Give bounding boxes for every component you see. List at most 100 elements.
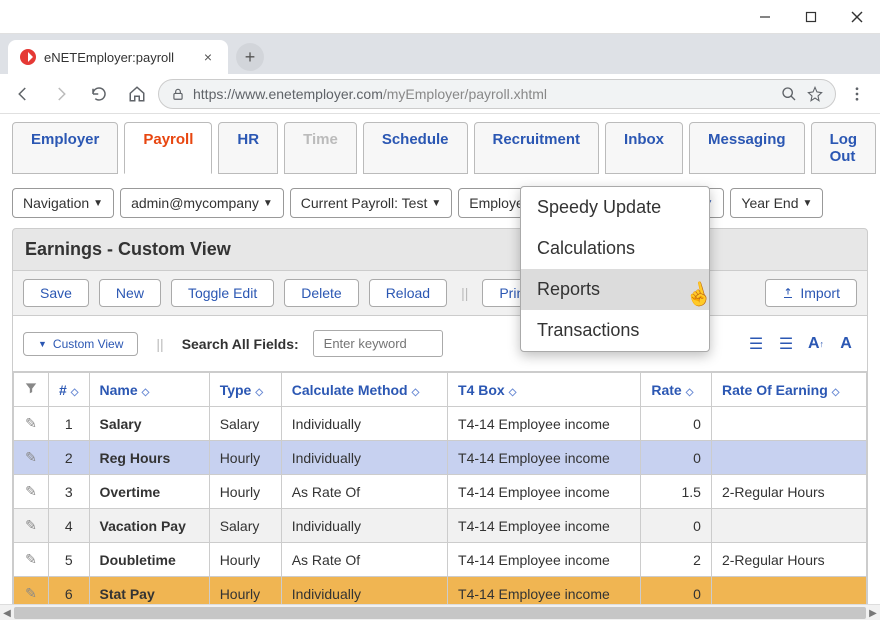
row-edit-button[interactable]: ✎ [14, 509, 49, 543]
browser-menu-button[interactable] [840, 77, 874, 111]
nav-tab-schedule[interactable]: Schedule [363, 122, 468, 174]
star-icon[interactable] [807, 86, 823, 102]
rate-of-earning-cell: 2-Regular Hours [711, 475, 866, 509]
nav-tab-log-out[interactable]: Log Out [811, 122, 877, 174]
earnings-table: #◇Name◇Type◇Calculate Method◇T4 Box◇Rate… [12, 372, 868, 612]
new-tab-button[interactable]: + [236, 43, 264, 71]
columns-left-icon[interactable]: ☰ [745, 333, 767, 355]
column-header-rate[interactable]: Rate◇ [641, 373, 712, 407]
nav-tab-recruitment[interactable]: Recruitment [474, 122, 600, 174]
row-edit-button[interactable]: ✎ [14, 407, 49, 441]
row-edit-button[interactable]: ✎ [14, 475, 49, 509]
sort-icon: ◇ [142, 387, 150, 398]
rate-cell: 0 [641, 441, 712, 475]
favicon-icon [20, 49, 36, 65]
reload-data-button[interactable]: Reload [369, 279, 447, 307]
home-button[interactable] [120, 77, 154, 111]
nav-tab-payroll[interactable]: Payroll [124, 122, 212, 174]
column-header-name[interactable]: Name◇ [89, 373, 209, 407]
search-input[interactable] [313, 330, 443, 357]
type-cell: Hourly [209, 543, 281, 577]
tab-close-button[interactable]: × [200, 49, 216, 65]
name-cell: Doubletime [89, 543, 209, 577]
sort-icon: ◇ [71, 387, 79, 398]
sort-icon: ◇ [509, 387, 517, 398]
section-title: Earnings - Custom View [25, 239, 855, 260]
t4-box-cell: T4-14 Employee income [448, 509, 641, 543]
column-header--[interactable]: #◇ [49, 373, 90, 407]
user-dropdown[interactable]: admin@mycompany▼ [120, 188, 284, 218]
import-button[interactable]: Import [765, 279, 857, 307]
main-nav-tabs: EmployerPayrollHRTimeScheduleRecruitment… [12, 122, 868, 174]
name-cell: Salary [89, 407, 209, 441]
lock-icon [171, 87, 185, 101]
table-row[interactable]: ✎3OvertimeHourlyAs Rate OfT4-14 Employee… [14, 475, 867, 509]
sort-icon: ◇ [832, 387, 840, 398]
nav-tab-employer[interactable]: Employer [12, 122, 118, 174]
navigation-dropdown[interactable]: Navigation▼ [12, 188, 114, 218]
new-button[interactable]: New [99, 279, 161, 307]
browser-tab-active[interactable]: eNETEmployer:payroll × [8, 40, 228, 74]
menu-item-transactions[interactable]: Transactions [521, 310, 709, 351]
custom-view-dropdown[interactable]: ▼Custom View [23, 332, 138, 356]
window-titlebar [0, 0, 880, 34]
rate-cell: 2 [641, 543, 712, 577]
caret-down-icon: ▼ [803, 198, 813, 209]
menu-item-reports[interactable]: Reports [521, 269, 709, 310]
window-maximize-button[interactable] [788, 1, 834, 33]
calc-method-cell: Individually [281, 407, 447, 441]
table-row[interactable]: ✎1SalarySalaryIndividuallyT4-14 Employee… [14, 407, 867, 441]
caret-down-icon: ▼ [431, 198, 441, 209]
menu-item-speedy-update[interactable]: Speedy Update [521, 187, 709, 228]
rate-cell: 0 [641, 407, 712, 441]
rate-of-earning-cell [711, 441, 866, 475]
nav-tab-messaging[interactable]: Messaging [689, 122, 805, 174]
type-cell: Hourly [209, 441, 281, 475]
reload-button[interactable] [82, 77, 116, 111]
menu-item-calculations[interactable]: Calculations [521, 228, 709, 269]
filter-column-header[interactable] [14, 373, 49, 407]
table-body: ✎1SalarySalaryIndividuallyT4-14 Employee… [14, 407, 867, 611]
column-header-calculate-method[interactable]: Calculate Method◇ [281, 373, 447, 407]
address-bar[interactable]: https://www.enetemployer.com/myEmployer/… [158, 79, 836, 109]
year-end-dropdown[interactable]: Year End▼ [730, 188, 823, 218]
row-edit-button[interactable]: ✎ [14, 543, 49, 577]
nav-tab-hr[interactable]: HR [218, 122, 278, 174]
forward-button [44, 77, 78, 111]
current-payroll-dropdown[interactable]: Current Payroll: Test▼ [290, 188, 452, 218]
upload-icon [782, 287, 794, 299]
t4-box-cell: T4-14 Employee income [448, 475, 641, 509]
table-row[interactable]: ✎4Vacation PaySalaryIndividuallyT4-14 Em… [14, 509, 867, 543]
font-decrease-icon[interactable]: A [835, 333, 857, 355]
save-button[interactable]: Save [23, 279, 89, 307]
column-header-t4-box[interactable]: T4 Box◇ [448, 373, 641, 407]
column-header-rate-of-earning[interactable]: Rate Of Earning◇ [711, 373, 866, 407]
rate-of-earning-cell [711, 509, 866, 543]
scroll-left-arrow[interactable]: ◀ [0, 605, 14, 620]
scroll-right-arrow[interactable]: ▶ [866, 605, 880, 620]
scrollbar-thumb[interactable] [14, 607, 866, 619]
font-increase-icon[interactable]: A↑ [805, 333, 827, 355]
window-minimize-button[interactable] [742, 1, 788, 33]
column-tools: ☰ ☰ A↑ A [745, 333, 857, 355]
horizontal-scrollbar[interactable]: ◀ ▶ [0, 604, 880, 620]
back-button[interactable] [6, 77, 40, 111]
action-toolbar: Save New Toggle Edit Delete Reload || Pr… [12, 271, 868, 316]
rate-of-earning-cell [711, 407, 866, 441]
row-edit-button[interactable]: ✎ [14, 441, 49, 475]
window-close-button[interactable] [834, 1, 880, 33]
url-host: https://www.enetemployer.com [193, 86, 383, 102]
nav-tab-inbox[interactable]: Inbox [605, 122, 683, 174]
table-row[interactable]: ✎5DoubletimeHourlyAs Rate OfT4-14 Employ… [14, 543, 867, 577]
sort-icon: ◇ [412, 387, 420, 398]
table-row[interactable]: ✎2Reg HoursHourlyIndividuallyT4-14 Emplo… [14, 441, 867, 475]
columns-right-icon[interactable]: ☰ [775, 333, 797, 355]
search-label: Search All Fields: [182, 336, 299, 352]
toggle-edit-button[interactable]: Toggle Edit [171, 279, 274, 307]
column-header-type[interactable]: Type◇ [209, 373, 281, 407]
tab-title: eNETEmployer:payroll [44, 50, 192, 65]
caret-down-icon: ▼ [93, 198, 103, 209]
browser-toolbar: https://www.enetemployer.com/myEmployer/… [0, 74, 880, 114]
delete-button[interactable]: Delete [284, 279, 358, 307]
zoom-icon[interactable] [781, 86, 797, 102]
